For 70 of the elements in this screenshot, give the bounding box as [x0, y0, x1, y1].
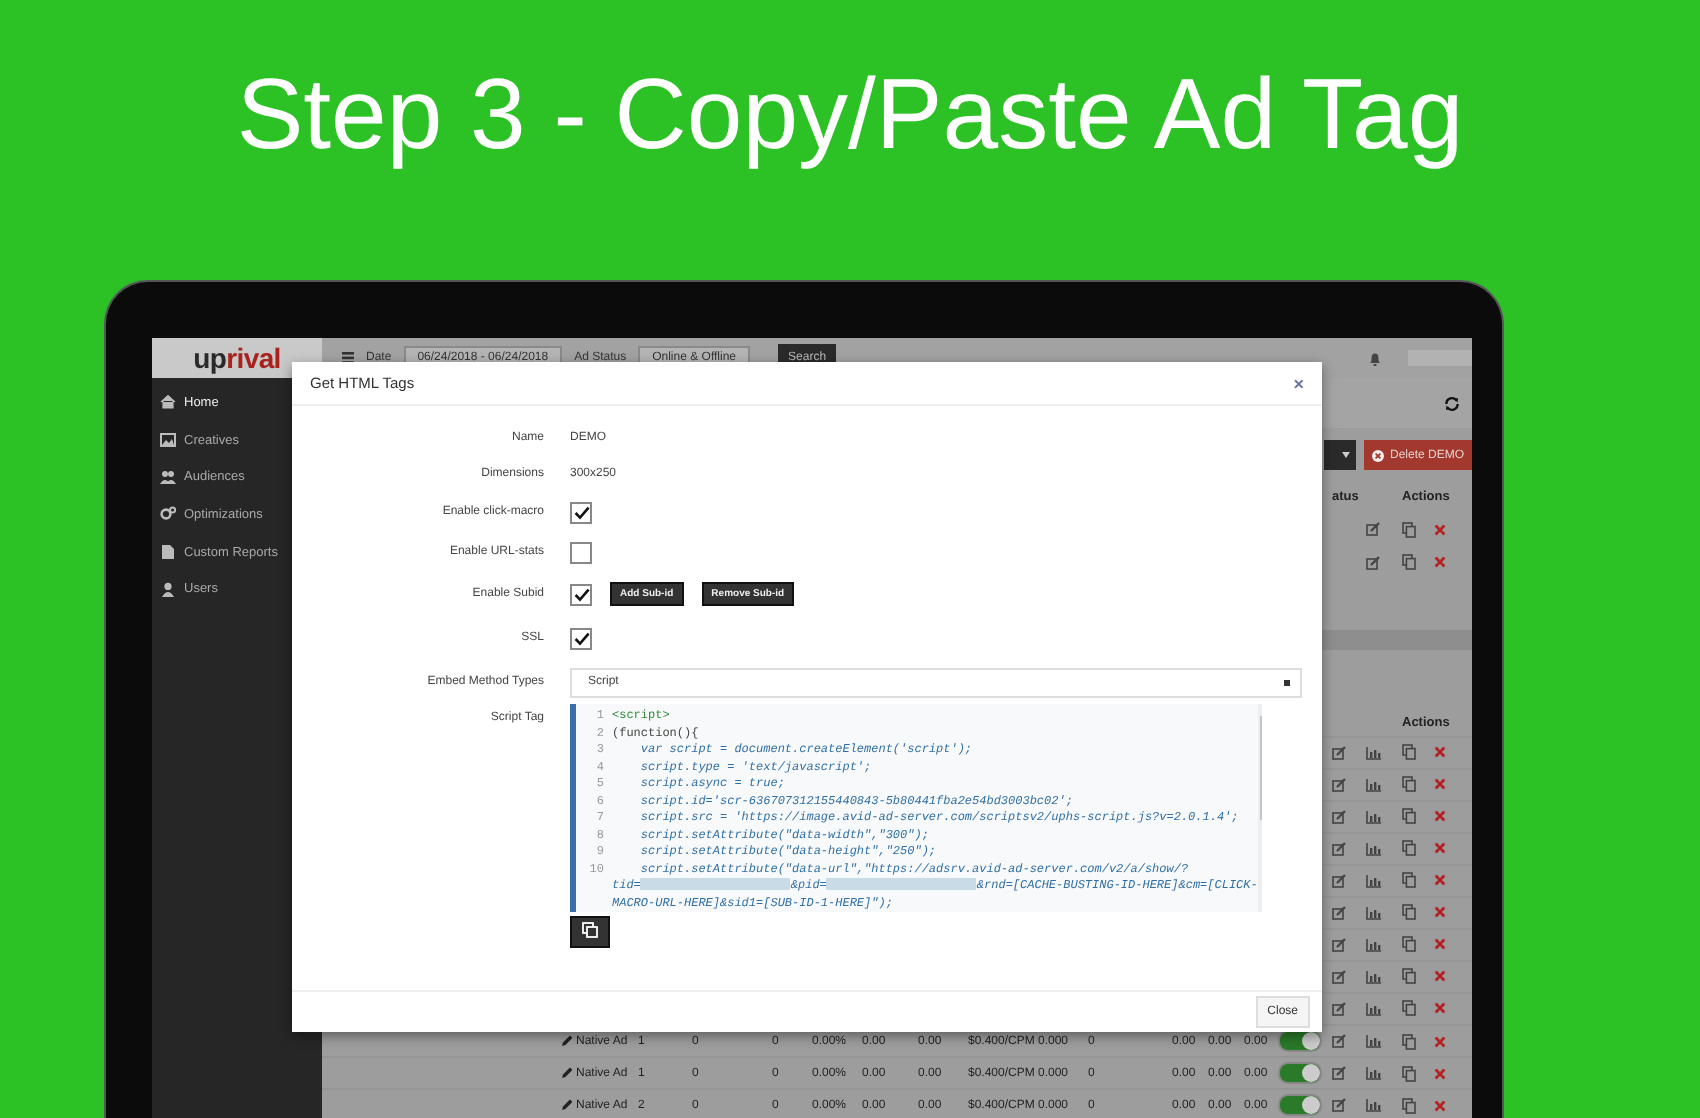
delete-icon[interactable] — [1434, 746, 1446, 759]
chart-icon[interactable] — [1366, 809, 1382, 824]
edit-icon[interactable] — [1332, 745, 1346, 760]
copy-button[interactable] — [570, 916, 610, 948]
checkbox[interactable] — [570, 501, 592, 523]
edit-icon[interactable] — [1332, 1001, 1346, 1016]
code-editor[interactable] — [570, 704, 1262, 912]
delete-icon[interactable] — [1434, 938, 1446, 951]
edit-icon[interactable] — [1332, 777, 1346, 792]
edit-icon[interactable] — [1332, 873, 1346, 888]
delete-icon[interactable] — [1434, 1002, 1446, 1015]
delete-icon[interactable] — [1434, 906, 1446, 919]
chart-icon[interactable] — [1366, 905, 1382, 920]
gears-icon — [160, 506, 176, 523]
edit-icon[interactable] — [1332, 937, 1346, 952]
pencil-icon[interactable] — [560, 1034, 574, 1049]
logo: uprival — [152, 338, 322, 378]
chart-icon[interactable] — [1366, 1001, 1382, 1016]
copy-icon — [582, 922, 598, 938]
scrollbar[interactable] — [1257, 704, 1262, 912]
delete-icon[interactable] — [1434, 1035, 1446, 1048]
chart-icon[interactable] — [1366, 841, 1382, 856]
refresh-icon[interactable] — [1444, 395, 1460, 412]
chart-icon[interactable] — [1366, 777, 1382, 792]
edit-icon[interactable] — [1366, 555, 1380, 570]
chart-icon[interactable] — [1366, 745, 1382, 760]
user-field[interactable] — [1408, 350, 1472, 366]
chart-icon[interactable] — [1366, 969, 1382, 984]
pencil-icon[interactable] — [560, 1066, 574, 1081]
delete-icon[interactable] — [1434, 810, 1446, 823]
chart-icon[interactable] — [1366, 1066, 1382, 1081]
headline: Step 3 - Copy/Paste Ad Tag — [236, 56, 1464, 174]
chart-icon[interactable] — [1366, 1098, 1382, 1113]
checkbox[interactable] — [570, 583, 592, 605]
edit-icon[interactable] — [1332, 809, 1346, 824]
edit-icon[interactable] — [1332, 1066, 1346, 1081]
dropdown-button[interactable] — [1323, 440, 1356, 471]
person-icon — [160, 581, 176, 598]
close-circle-icon — [1371, 449, 1384, 462]
chart-icon[interactable] — [1366, 873, 1382, 888]
caret-icon — [1284, 679, 1290, 685]
edit-icon[interactable] — [1332, 841, 1346, 856]
edit-icon[interactable] — [1366, 522, 1380, 537]
pencil-icon[interactable] — [560, 1098, 574, 1113]
edit-icon[interactable] — [1332, 969, 1346, 984]
chart-icon[interactable] — [1366, 1034, 1382, 1049]
delete-icon[interactable] — [1434, 1099, 1446, 1112]
delete-icon[interactable] — [1434, 874, 1446, 887]
toggle-switch[interactable] — [1278, 1030, 1322, 1053]
document-icon — [160, 544, 176, 561]
checkbox[interactable] — [570, 627, 592, 649]
edit-icon[interactable] — [1332, 1098, 1346, 1113]
people-icon — [160, 469, 176, 486]
delete-icon[interactable] — [1434, 842, 1446, 855]
delete-icon[interactable] — [1434, 778, 1446, 791]
chart-icon[interactable] — [1366, 937, 1382, 952]
close-button[interactable]: × — [1293, 373, 1304, 393]
bell-icon[interactable] — [1368, 351, 1382, 365]
toggle-switch[interactable] — [1278, 1062, 1322, 1085]
delete-icon[interactable] — [1434, 1067, 1446, 1080]
image-icon — [160, 432, 176, 449]
home-icon — [160, 394, 176, 411]
edit-icon[interactable] — [1332, 1034, 1346, 1049]
toggle-switch[interactable] — [1278, 1094, 1322, 1117]
checkbox[interactable] — [570, 541, 592, 563]
delete-icon[interactable] — [1434, 556, 1446, 569]
delete-icon[interactable] — [1434, 523, 1446, 536]
caret-icon — [1341, 452, 1350, 459]
edit-icon[interactable] — [1332, 905, 1346, 920]
delete-icon[interactable] — [1434, 970, 1446, 983]
